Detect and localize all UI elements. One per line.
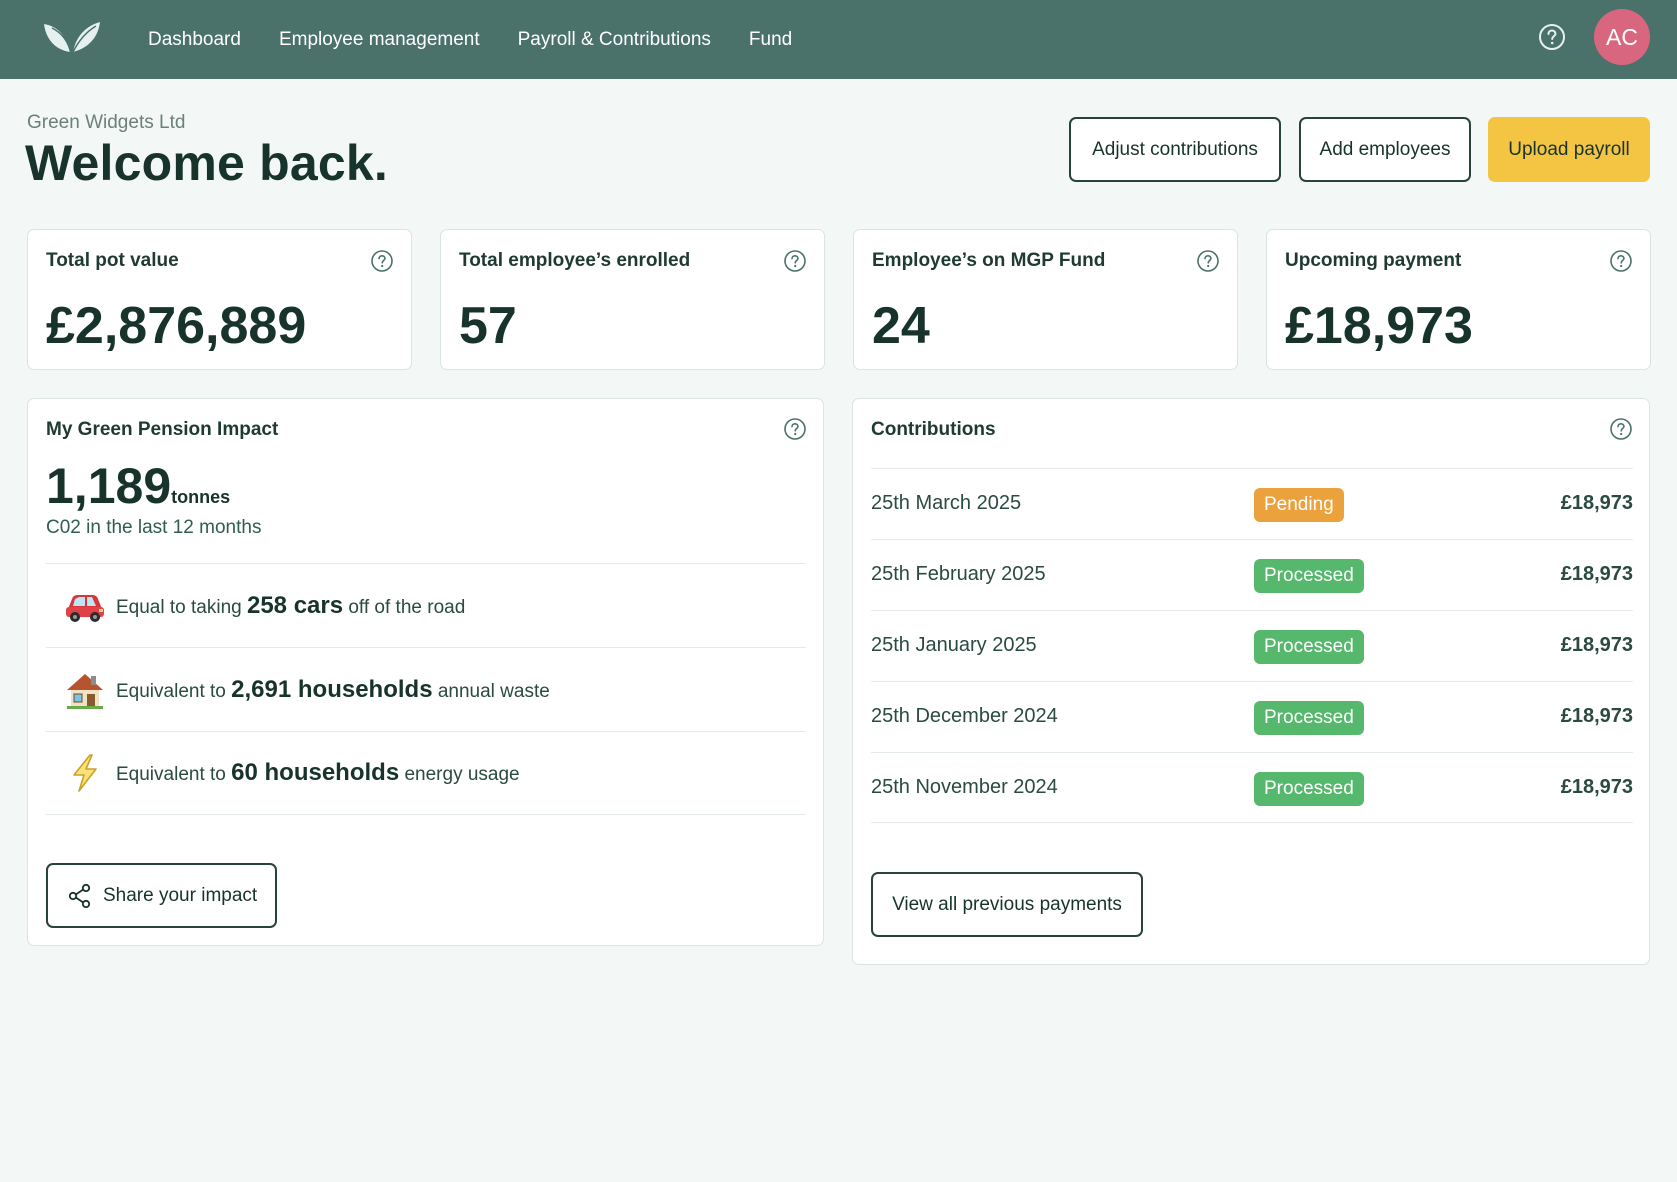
- contribution-amount: £18,973: [1560, 492, 1633, 514]
- stat-title: Upcoming payment: [1285, 250, 1462, 271]
- contribution-date: 25th November 2024: [871, 776, 1058, 798]
- nav-links: Dashboard Employee management Payroll & …: [148, 0, 792, 79]
- stat-card-upcoming-payment: Upcoming payment £18,973: [1266, 229, 1651, 370]
- impact-unit: tonnes: [171, 487, 231, 507]
- contribution-row[interactable]: 25th March 2025 Pending £18,973: [871, 468, 1633, 539]
- card-title: Contributions: [871, 419, 996, 440]
- impact-prefix: Equivalent to: [116, 764, 226, 785]
- adjust-contributions-button[interactable]: Adjust contributions: [1069, 117, 1281, 182]
- nav-item-dashboard[interactable]: Dashboard: [148, 29, 241, 51]
- impact-suffix: annual waste: [437, 680, 550, 702]
- leaf-logo-icon[interactable]: [42, 18, 102, 56]
- view-all-payments-button[interactable]: View all previous payments: [871, 872, 1143, 937]
- contribution-amount: £18,973: [1560, 563, 1633, 585]
- impact-suffix: off of the road: [348, 596, 466, 618]
- contributions-card: Contributions 25th March 2025 Pending £1…: [852, 398, 1650, 965]
- contribution-date: 25th December 2024: [871, 705, 1058, 727]
- card-title: My Green Pension Impact: [46, 419, 279, 440]
- share-impact-button[interactable]: Share your impact: [46, 863, 277, 928]
- question-circle-icon[interactable]: [1538, 23, 1566, 51]
- nav-item-fund[interactable]: Fund: [749, 29, 792, 51]
- green-pension-impact-card: My Green Pension Impact 1,189tonnes C02 …: [27, 398, 824, 946]
- stat-card-total-pot: Total pot value £2,876,889: [27, 229, 412, 370]
- contribution-row[interactable]: 25th February 2025 Processed £18,973: [871, 539, 1633, 610]
- company-name: Green Widgets Ltd: [27, 112, 186, 133]
- share-label: Share your impact: [103, 884, 258, 906]
- nav-item-payroll-contributions[interactable]: Payroll & Contributions: [518, 29, 711, 51]
- impact-row-households-energy: Equivalent to 60 households energy usage: [46, 731, 806, 815]
- nav-item-employee-management[interactable]: Employee management: [279, 29, 480, 51]
- status-badge: Processed: [1254, 701, 1364, 735]
- lightning-icon: [62, 750, 108, 796]
- stat-value: £2,876,889: [46, 297, 307, 355]
- contribution-row[interactable]: 25th November 2024 Processed £18,973: [871, 752, 1633, 823]
- help-icon[interactable]: [1609, 417, 1633, 441]
- help-icon[interactable]: [783, 249, 807, 273]
- contribution-date: 25th March 2025: [871, 492, 1022, 514]
- contribution-row[interactable]: 25th January 2025 Processed £18,973: [871, 610, 1633, 681]
- stat-value: 24: [872, 297, 930, 355]
- help-icon[interactable]: [370, 249, 394, 273]
- impact-value: 1,189: [46, 458, 172, 514]
- impact-highlight: 2,691 households: [231, 675, 433, 703]
- stat-value: £18,973: [1285, 297, 1473, 355]
- impact-row-cars: Equal to taking 258 cars off of the road: [46, 563, 806, 647]
- stat-title: Employee’s on MGP Fund: [872, 250, 1106, 271]
- impact-prefix: Equal to taking: [116, 596, 242, 618]
- upload-payroll-button[interactable]: Upload payroll: [1488, 117, 1650, 182]
- contribution-amount: £18,973: [1560, 705, 1633, 727]
- contribution-amount: £18,973: [1560, 634, 1633, 656]
- impact-row-text: Equal to taking 258 cars off of the road: [116, 592, 465, 620]
- contribution-amount: £18,973: [1560, 776, 1633, 798]
- impact-row-households-waste: Equivalent to 2,691 households annual wa…: [46, 647, 806, 731]
- car-icon: [62, 583, 108, 629]
- stat-title: Total pot value: [46, 250, 179, 271]
- status-badge: Processed: [1254, 772, 1364, 806]
- impact-highlight: 258 cars: [246, 591, 344, 619]
- impact-highlight: 60 households: [231, 759, 400, 786]
- status-badge: Processed: [1254, 630, 1364, 664]
- contribution-date: 25th February 2025: [871, 563, 1046, 585]
- stat-card-mgp-fund: Employee’s on MGP Fund 24: [853, 229, 1238, 370]
- page-title: Welcome back.: [25, 135, 388, 191]
- add-employees-button[interactable]: Add employees: [1299, 117, 1471, 182]
- stat-value: 57: [459, 297, 517, 355]
- contribution-date: 25th January 2025: [871, 634, 1037, 656]
- stat-card-employees-enrolled: Total employee’s enrolled 57: [440, 229, 825, 370]
- status-badge: Processed: [1254, 559, 1364, 593]
- avatar[interactable]: AC: [1594, 9, 1650, 65]
- impact-suffix: energy usage: [404, 764, 520, 785]
- impact-prefix: Equivalent to: [116, 680, 226, 702]
- help-icon[interactable]: [1609, 249, 1633, 273]
- impact-total: 1,189tonnes: [46, 457, 230, 515]
- impact-row-text: Equivalent to 2,691 households annual wa…: [116, 676, 550, 704]
- help-icon[interactable]: [1196, 249, 1220, 273]
- contribution-row[interactable]: 25th December 2024 Processed £18,973: [871, 681, 1633, 752]
- share-icon: [68, 883, 91, 908]
- help-icon[interactable]: [783, 417, 807, 441]
- top-navigation: Dashboard Employee management Payroll & …: [0, 0, 1677, 79]
- house-icon: [62, 667, 108, 713]
- impact-row-text: Equivalent to 60 households energy usage: [116, 759, 520, 787]
- status-badge: Pending: [1254, 488, 1344, 522]
- stat-title: Total employee’s enrolled: [459, 250, 691, 271]
- impact-subtitle: C02 in the last 12 months: [46, 517, 262, 538]
